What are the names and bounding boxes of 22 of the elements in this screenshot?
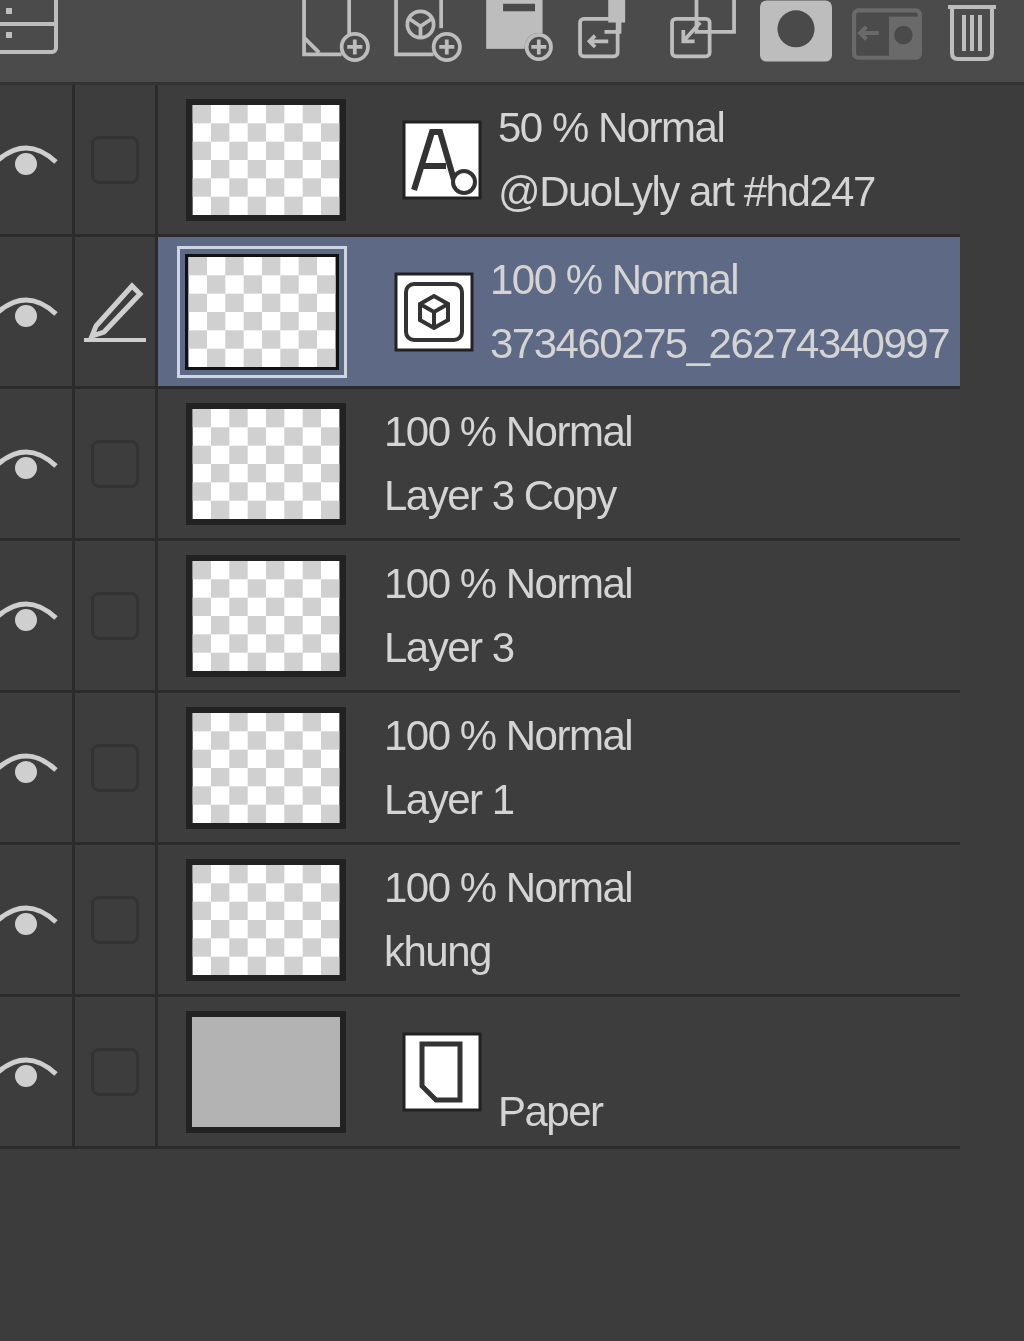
text-layer-icon [402,119,482,200]
layer-name: Layer 3 Copy [384,470,618,521]
layer-name: khung [384,926,492,977]
panel-menu-icon[interactable] [0,0,60,56]
layer-name: Layer 1 [384,774,515,825]
layer-blend-mode: 100 % Normal [384,406,633,457]
layer-name: 373460275_26274340997 [490,318,950,369]
layer-name: Paper [498,1086,603,1137]
layer-blend-mode: 100 % Normal [384,862,633,913]
layer-blend-mode: 50 % Normal [498,102,726,153]
layer-blend-mode: 100 % Normal [490,254,740,305]
layer-name: Layer 3 [384,622,515,673]
layer-name: @DuoLyly art #hd247 [498,166,875,217]
new-3d-layer-icon[interactable] [392,0,464,62]
mask-icon[interactable] [760,0,832,62]
layer-row[interactable]: 100 % Normal 373460275_26274340997 [158,237,960,389]
layer-blend-mode: 100 % Normal [384,558,633,609]
paper-layer-icon [402,1031,482,1112]
new-layer-icon[interactable] [300,0,372,62]
new-fill-layer-icon[interactable] [484,0,556,62]
cube-icon [394,271,474,352]
layer-blend-mode: 100 % Normal [384,710,633,761]
